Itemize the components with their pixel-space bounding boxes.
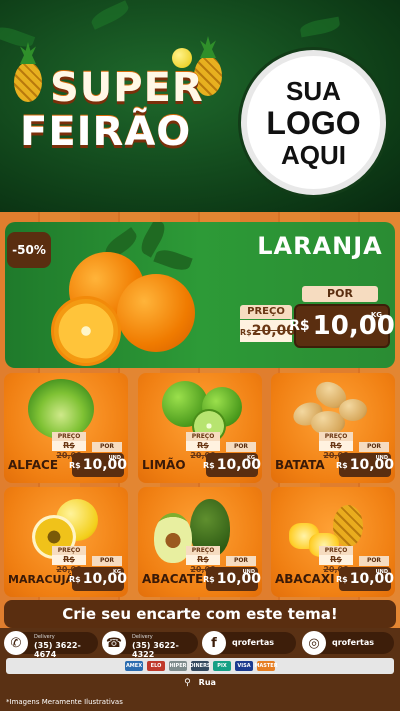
address: ⚲ Rua (184, 678, 216, 688)
product-card: PREÇO R$ 20,00 POR ABACAXI R$ 10,00 UND (271, 487, 395, 597)
price-tag: R$ 10,00 UND (69, 453, 127, 477)
product-card: PREÇO R$ 20,00 POR BATATA R$ 10,00 UND (271, 373, 395, 483)
whatsapp-icon: ✆ (4, 631, 28, 655)
logo-text-line-2: LOGO (266, 104, 361, 141)
payment-icon: HIPER (169, 661, 187, 671)
instagram-icon: ◎ (302, 631, 326, 655)
phone-icon: ☎ (102, 631, 126, 655)
price-tag: R$ 10,00 KG (69, 567, 127, 591)
featured-preco-label: PREÇO (240, 305, 292, 319)
header: SUPER FEIRÃO SUA LOGO AQUI (0, 0, 400, 212)
featured-por-label: POR (302, 286, 378, 302)
facebook-icon: f (202, 631, 226, 655)
product-name: ALFACE (8, 458, 59, 472)
price-tag: R$ 10,00 KG (203, 453, 261, 477)
instagram-link[interactable]: ◎ qrofertas (302, 631, 394, 655)
location-pin-icon: ⚲ (184, 678, 191, 688)
title-line-2: FEIRÃO (20, 109, 192, 155)
leaf-decoration (0, 23, 36, 51)
product-name: LIMÃO (142, 458, 186, 472)
featured-price-value: 10,00 (312, 311, 395, 341)
featured-old-price: R$20,00 (240, 320, 296, 342)
logo-text-line-3: AQUI (281, 139, 346, 170)
discount-badge: -50% (7, 232, 51, 268)
product-card: PREÇO R$ 20,00 POR ABACATE R$ 10,00 UND (138, 487, 262, 597)
price-tag: R$ 10,00 UND (203, 567, 261, 591)
title-logo: SUPER FEIRÃO (20, 65, 240, 208)
logo-placeholder: SUA LOGO AQUI (241, 50, 386, 195)
leaf-decoration (299, 16, 341, 38)
price-tag: R$ 10,00 UND (336, 453, 394, 477)
orange-half-illustration (51, 296, 121, 366)
payment-icon: AMEX (125, 661, 143, 671)
contact-bar: ✆ Delivery (35) 3622-4674 ☎ Delivery (35… (0, 628, 400, 711)
payment-icon: DINERS (189, 661, 211, 671)
orange-illustration (117, 274, 195, 352)
payment-icon: ELO (147, 661, 165, 671)
currency-symbol: R$ (289, 318, 310, 334)
product-name: ABACATE (142, 572, 204, 586)
payment-icon: PIX (213, 661, 231, 671)
logo-text-line-1: SUA (286, 75, 341, 106)
leaf-decoration (88, 0, 132, 30)
product-card: PREÇO R$ 20,00 POR LIMÃO R$ 10,00 KG (138, 373, 262, 483)
featured-product-name: LARANJA (257, 232, 383, 260)
payment-methods: AMEX ELO HIPER DINERS PIX VISA MASTER (6, 658, 394, 674)
price-unit: KG (370, 311, 382, 319)
product-name: MARACUJÁ (8, 573, 75, 586)
product-card: PREÇO R$ 20,00 POR MARACUJÁ R$ 10,00 KG (4, 487, 128, 597)
cta-banner[interactable]: Crie seu encarte com este tema! (4, 600, 396, 628)
price-tag: R$ 10,00 UND (336, 567, 394, 591)
payment-icon: MASTER (254, 661, 278, 671)
footnote: *Imagens Meramente Ilustrativas (6, 698, 123, 706)
potato-illustration (339, 399, 367, 421)
product-card: PREÇO R$ 20,00 POR ALFACE R$ 10,00 UND (4, 373, 128, 483)
lettuce-illustration (28, 379, 94, 439)
whatsapp-contact[interactable]: ✆ Delivery (35) 3622-4674 (4, 631, 98, 659)
leaf-decoration (153, 246, 193, 274)
featured-price-tag: R$ 10,00 KG (289, 304, 395, 348)
facebook-link[interactable]: f qrofertas (202, 631, 296, 655)
payment-icon: VISA (235, 661, 253, 671)
product-name: ABACAXI (275, 572, 335, 586)
product-name: BATATA (275, 458, 325, 472)
phone-contact[interactable]: ☎ Delivery (35) 3622-4322 (102, 631, 198, 659)
title-line-1: SUPER (50, 65, 204, 111)
